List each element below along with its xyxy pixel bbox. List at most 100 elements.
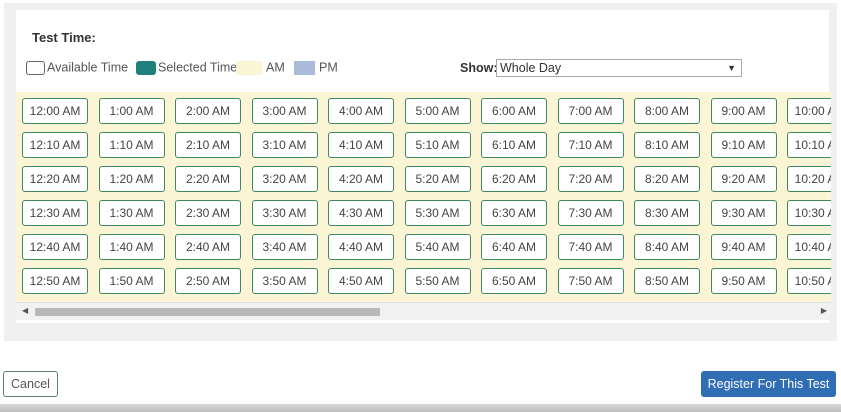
time-slot-button[interactable]: 1:50 AM: [98, 268, 165, 294]
time-slot-button[interactable]: 5:40 AM: [404, 234, 471, 260]
time-slot-button[interactable]: 4:50 AM: [328, 268, 394, 294]
time-slot-button[interactable]: 4:10 AM: [328, 132, 394, 158]
time-slot-column: 3:00 AM 3:10 AM 3:20 AM 3:30 AM 3:40 AM 3:50 …: [247, 92, 322, 302]
time-slot-button[interactable]: 10:40 AM: [787, 234, 831, 260]
legend-selected: Selected Time: [136, 60, 237, 76]
time-slot-button[interactable]: 5:00 AM: [404, 98, 471, 124]
legend-pm: PM: [294, 60, 338, 76]
time-slot-button[interactable]: 9:30 AM: [710, 200, 777, 226]
time-slot-button[interactable]: 6:10 AM: [481, 132, 547, 158]
selected-swatch-icon: [136, 60, 156, 75]
time-slot-button[interactable]: 12:00 AM: [22, 98, 88, 124]
time-slot-button[interactable]: 1:20 AM: [98, 166, 165, 192]
time-slot-button[interactable]: 1:00 AM: [98, 98, 165, 124]
time-slot-button[interactable]: 12:40 AM: [22, 234, 88, 260]
cancel-button[interactable]: Cancel: [3, 371, 58, 397]
scrollbar-thumb[interactable]: [35, 308, 380, 316]
dropdown-arrow-icon: ▼: [727, 63, 736, 73]
time-slot-button[interactable]: 9:50 AM: [710, 268, 777, 294]
time-slot-button[interactable]: 8:20 AM: [634, 166, 700, 192]
time-slot-button[interactable]: 5:50 AM: [404, 268, 471, 294]
scroll-right-icon[interactable]: ▶: [821, 306, 827, 315]
time-slot-button[interactable]: 1:40 AM: [98, 234, 165, 260]
legend-pm-label: PM: [319, 60, 338, 75]
time-slot-button[interactable]: 4:40 AM: [328, 234, 394, 260]
time-slot-button[interactable]: 3:40 AM: [251, 234, 318, 260]
time-slot-button[interactable]: 7:00 AM: [557, 98, 624, 124]
legend-available-label: Available Time: [47, 60, 129, 75]
available-swatch-icon: [26, 60, 45, 75]
window-bottom-edge: [0, 404, 841, 412]
time-slot-button[interactable]: 10:00 AM: [787, 98, 831, 124]
time-slot-button[interactable]: 8:50 AM: [634, 268, 700, 294]
time-slot-button[interactable]: 1:10 AM: [98, 132, 165, 158]
time-slot-button[interactable]: 8:00 AM: [634, 98, 700, 124]
time-slot-button[interactable]: 12:20 AM: [22, 166, 88, 192]
time-slot-button[interactable]: 2:40 AM: [175, 234, 241, 260]
time-slot-button[interactable]: 8:10 AM: [634, 132, 700, 158]
time-slot-button[interactable]: 6:30 AM: [481, 200, 547, 226]
test-time-panel: Test Time: Available Time Selected Time …: [4, 3, 837, 341]
time-slot-button[interactable]: 3:10 AM: [251, 132, 318, 158]
time-slot-column: 12:00 AM 12:10 AM 12:20 AM 12:30 AM 12:40 AM…: [17, 92, 92, 302]
time-slot-grid: 12:00 AM 12:10 AM 12:20 AM 12:30 AM 12:40 AM…: [16, 92, 831, 320]
time-slot-button[interactable]: 7:50 AM: [557, 268, 624, 294]
time-slot-button[interactable]: 3:00 AM: [251, 98, 318, 124]
time-slot-button[interactable]: 5:20 AM: [404, 166, 471, 192]
time-slot-button[interactable]: 8:30 AM: [634, 200, 700, 226]
time-slot-column: 8:00 AM 8:10 AM 8:20 AM 8:30 AM 8:40 AM 8:50 …: [629, 92, 704, 302]
time-slot-button[interactable]: 10:30 AM: [787, 200, 831, 226]
time-slot-button[interactable]: 4:00 AM: [328, 98, 394, 124]
am-swatch-icon: [236, 60, 262, 75]
legend-am-label: AM: [266, 60, 285, 75]
show-select[interactable]: Whole Day ▼: [496, 59, 742, 77]
scroll-left-icon[interactable]: ◀: [22, 306, 28, 315]
time-slot-button[interactable]: 12:10 AM: [22, 132, 88, 158]
time-slot-button[interactable]: 5:30 AM: [404, 200, 471, 226]
time-slot-button[interactable]: 6:20 AM: [481, 166, 547, 192]
time-slot-button[interactable]: 10:20 AM: [787, 166, 831, 192]
time-slot-column: 1:00 AM 1:10 AM 1:20 AM 1:30 AM 1:40 AM 1:50 …: [94, 92, 169, 302]
time-slot-button[interactable]: 2:20 AM: [175, 166, 241, 192]
time-slot-button[interactable]: 5:10 AM: [404, 132, 471, 158]
time-slot-button[interactable]: 2:00 AM: [175, 98, 241, 124]
time-slot-button[interactable]: 7:30 AM: [557, 200, 624, 226]
time-slot-button[interactable]: 3:30 AM: [251, 200, 318, 226]
time-slot-button[interactable]: 6:40 AM: [481, 234, 547, 260]
legend-selected-label: Selected Time: [158, 60, 238, 75]
time-slot-button[interactable]: 3:50 AM: [251, 268, 318, 294]
time-slot-button[interactable]: 6:00 AM: [481, 98, 547, 124]
show-select-value: Whole Day: [500, 61, 562, 75]
time-slot-button[interactable]: 8:40 AM: [634, 234, 700, 260]
time-slot-button[interactable]: 7:10 AM: [557, 132, 624, 158]
time-slot-column: 7:00 AM 7:10 AM 7:20 AM 7:30 AM 7:40 AM 7:50 …: [553, 92, 628, 302]
time-slot-column: 5:00 AM 5:10 AM 5:20 AM 5:30 AM 5:40 AM 5:50 …: [400, 92, 475, 302]
time-slot-button[interactable]: 1:30 AM: [98, 200, 165, 226]
time-slot-button[interactable]: 2:10 AM: [175, 132, 241, 158]
time-slot-button[interactable]: 3:20 AM: [251, 166, 318, 192]
time-slot-column: 4:00 AM 4:10 AM 4:20 AM 4:30 AM 4:40 AM 4:50 …: [323, 92, 398, 302]
show-label: Show:: [460, 61, 498, 75]
legend-available: Available Time: [26, 60, 128, 76]
time-slot-button[interactable]: 12:50 AM: [22, 268, 88, 294]
horizontal-scrollbar[interactable]: ◀ ▶: [16, 302, 831, 320]
time-slot-button[interactable]: 9:00 AM: [710, 98, 777, 124]
time-slot-button[interactable]: 9:20 AM: [710, 166, 777, 192]
time-slot-button[interactable]: 4:20 AM: [328, 166, 394, 192]
time-slot-button[interactable]: 9:10 AM: [710, 132, 777, 158]
time-slot-button[interactable]: 12:30 AM: [22, 200, 88, 226]
time-slot-button[interactable]: 6:50 AM: [481, 268, 547, 294]
time-slot-button[interactable]: 7:40 AM: [557, 234, 624, 260]
time-slot-button[interactable]: 10:50 AM: [787, 268, 831, 294]
time-slot-button[interactable]: 2:50 AM: [175, 268, 241, 294]
time-slot-button[interactable]: 9:40 AM: [710, 234, 777, 260]
time-slot-button[interactable]: 7:20 AM: [557, 166, 624, 192]
test-time-title: Test Time:: [32, 30, 96, 45]
time-slot-button[interactable]: 10:10 AM: [787, 132, 831, 158]
time-slot-button[interactable]: 2:30 AM: [175, 200, 241, 226]
register-button[interactable]: Register For This Test: [701, 371, 836, 397]
time-slot-column: 10:00 AM 10:10 AM 10:20 AM 10:30 AM 10:40 AM…: [782, 92, 831, 302]
legend-am: AM: [236, 60, 285, 76]
pm-swatch-icon: [294, 60, 315, 75]
time-slot-button[interactable]: 4:30 AM: [328, 200, 394, 226]
